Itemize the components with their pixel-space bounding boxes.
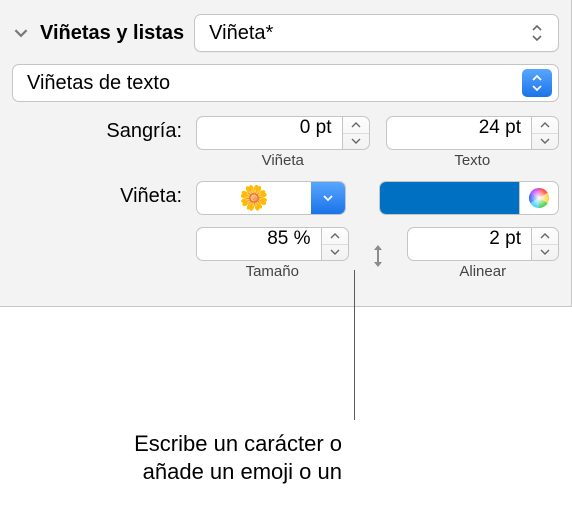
step-up-icon — [322, 228, 348, 245]
bullet-dropdown-icon[interactable] — [311, 182, 345, 214]
updown-chevrons-icon — [526, 20, 548, 46]
section-title: Viñetas y listas — [40, 22, 184, 45]
list-type-value: Viñetas de texto — [27, 72, 170, 95]
list-style-value: Viñeta* — [209, 22, 273, 45]
bullet-indent-value[interactable]: 0 pt — [196, 116, 342, 150]
step-down-icon — [322, 245, 348, 261]
bullet-character-picker[interactable]: 🌼 — [196, 181, 346, 215]
stepper-buttons[interactable] — [342, 116, 370, 150]
bullet-glyph: 🌼 — [197, 184, 311, 213]
align-stepper[interactable]: 2 pt — [407, 227, 560, 261]
callout-leader-line — [354, 270, 355, 420]
size-align-row: . 85 % Tamaño — [12, 227, 559, 280]
disclosure-triangle-icon[interactable] — [12, 24, 30, 42]
align-value[interactable]: 2 pt — [407, 227, 532, 261]
stepper-buttons[interactable] — [531, 227, 559, 261]
align-sublabel: Alinear — [459, 263, 506, 280]
bullet-label: Viñeta: — [82, 181, 182, 208]
step-up-icon — [532, 228, 558, 245]
color-wheel-icon[interactable] — [520, 187, 558, 209]
stepper-buttons[interactable] — [531, 116, 559, 150]
section-header: Viñetas y listas Viñeta* — [12, 14, 559, 52]
text-indent-value[interactable]: 24 pt — [386, 116, 532, 150]
step-down-icon — [532, 134, 558, 150]
size-value[interactable]: 85 % — [196, 227, 321, 261]
bullet-indent-stepper[interactable]: 0 pt — [196, 116, 370, 150]
indent-row: Sangría: 0 pt Viñeta 24 pt — [12, 116, 559, 169]
color-swatch[interactable] — [380, 182, 520, 214]
step-down-icon — [343, 134, 369, 150]
indent-label: Sangría: — [82, 116, 182, 143]
step-up-icon — [343, 117, 369, 134]
size-stepper[interactable]: 85 % — [196, 227, 349, 261]
align-vertical-icon — [365, 227, 391, 280]
bullet-color-well[interactable] — [379, 181, 559, 215]
text-indent-sublabel: Texto — [454, 152, 490, 169]
callout-line2: añade un emoji o un — [0, 458, 342, 486]
stepper-buttons[interactable] — [321, 227, 349, 261]
bullet-row: Viñeta: 🌼 — [12, 181, 559, 215]
bullets-lists-panel: Viñetas y listas Viñeta* Viñetas de text… — [0, 0, 572, 307]
list-type-popup[interactable]: Viñetas de texto — [12, 64, 559, 102]
size-sublabel: Tamaño — [246, 263, 299, 280]
step-up-icon — [532, 117, 558, 134]
callout-line1: Escribe un carácter o — [0, 430, 342, 458]
callout-text: Escribe un carácter o añade un emoji o u… — [0, 418, 360, 485]
bullet-indent-sublabel: Viñeta — [262, 152, 304, 169]
popup-arrows-icon — [522, 69, 552, 97]
text-indent-stepper[interactable]: 24 pt — [386, 116, 560, 150]
list-style-popup[interactable]: Viñeta* — [194, 14, 559, 52]
step-down-icon — [532, 245, 558, 261]
